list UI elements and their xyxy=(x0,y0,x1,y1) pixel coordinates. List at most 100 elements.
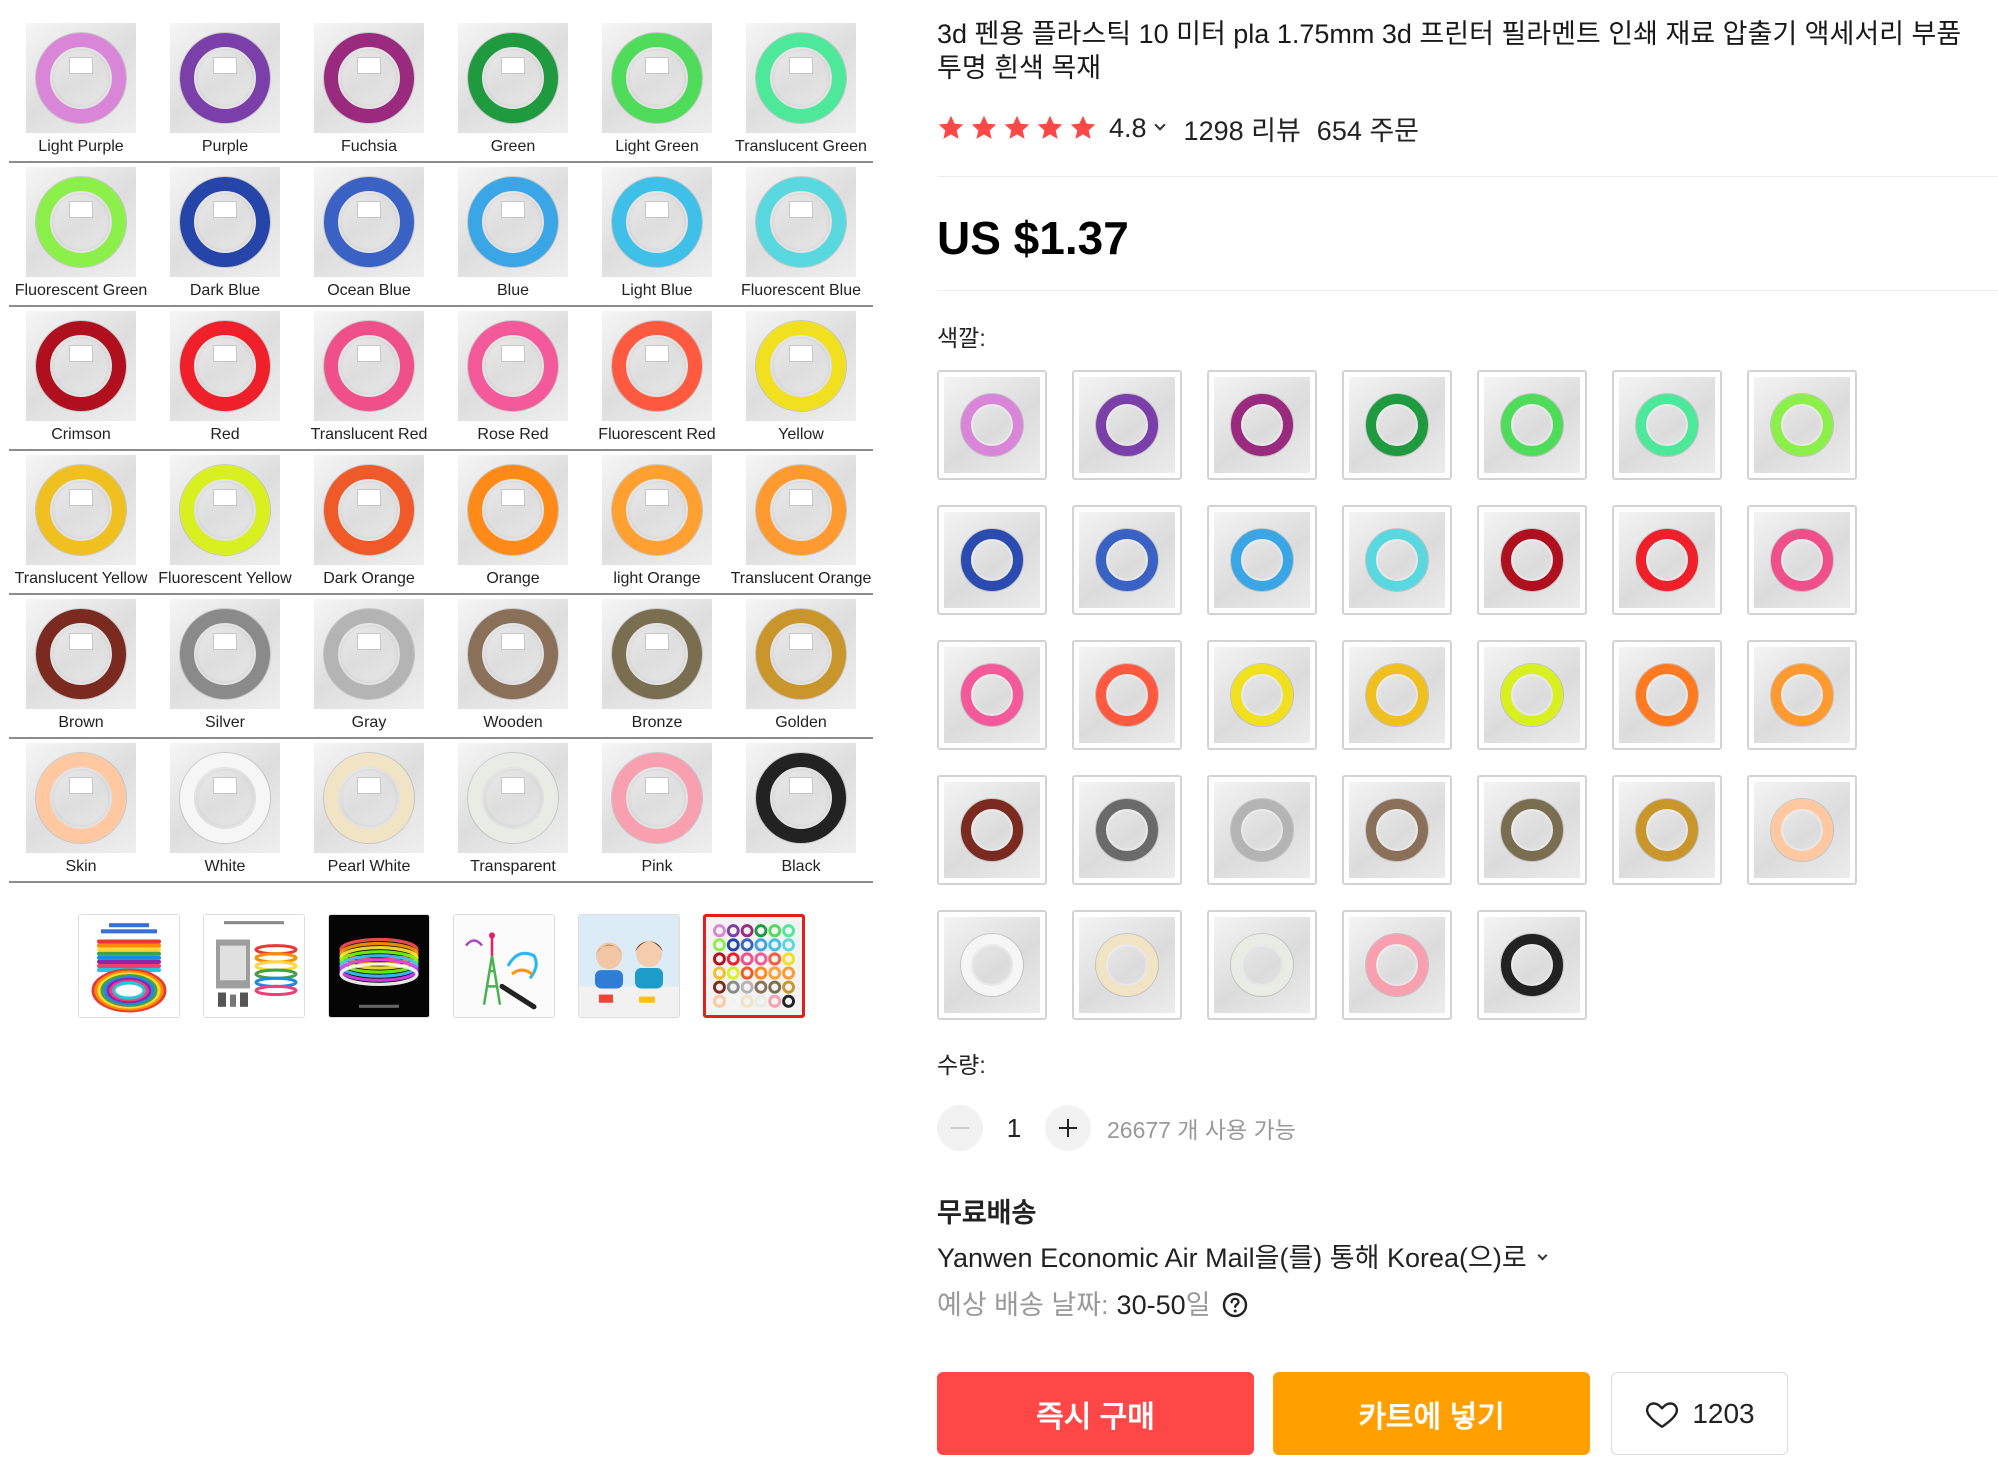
buy-now-button[interactable]: 즉시 구매 xyxy=(937,1372,1254,1455)
color-name-label: Orange xyxy=(486,570,540,587)
filament-coil xyxy=(324,465,414,555)
color-swatch[interactable] xyxy=(1477,775,1587,885)
color-swatch[interactable] xyxy=(1612,505,1722,615)
color-swatch[interactable] xyxy=(1747,640,1857,750)
color-swatch[interactable] xyxy=(1207,910,1317,1020)
increase-quantity-button[interactable] xyxy=(1045,1105,1091,1151)
filament-coil-image xyxy=(458,311,568,421)
color-name-label: White xyxy=(204,858,246,875)
shipping-method-selector[interactable]: Yanwen Economic Air Mail을(를) 통해 Korea(으)… xyxy=(937,1241,1548,1275)
color-swatch[interactable] xyxy=(1342,910,1452,1020)
color-swatch[interactable] xyxy=(1207,370,1317,480)
thumbnail[interactable] xyxy=(578,914,680,1018)
filament-coil xyxy=(468,753,558,843)
filament-color-sample: Fluorescent Yellow xyxy=(153,451,297,595)
thumbnail[interactable] xyxy=(78,914,180,1018)
thumbnail[interactable] xyxy=(203,914,305,1018)
color-swatch-list xyxy=(937,370,1857,1020)
main-product-image[interactable]: Light Purple Purple Fuchsia Green Light Gree… xyxy=(9,0,875,883)
filament-coil xyxy=(180,321,270,411)
color-name-label: Light Purple xyxy=(38,138,124,155)
filament-coil xyxy=(756,465,846,555)
filament-coil-image xyxy=(170,167,280,277)
filament-coil-image xyxy=(314,23,424,133)
divider xyxy=(937,290,1998,291)
color-swatch[interactable] xyxy=(1477,505,1587,615)
color-swatch[interactable] xyxy=(937,640,1047,750)
color-swatch[interactable] xyxy=(1747,505,1857,615)
color-swatch[interactable] xyxy=(1342,505,1452,615)
filament-color-sample: Green xyxy=(441,19,585,163)
color-swatch[interactable] xyxy=(1207,505,1317,615)
filament-coil xyxy=(1231,934,1293,996)
product-tag xyxy=(501,777,525,794)
quantity-input[interactable]: 1 xyxy=(983,1105,1045,1151)
color-swatch[interactable] xyxy=(1072,640,1182,750)
filament-coil xyxy=(612,465,702,555)
add-to-cart-button[interactable]: 카트에 넣기 xyxy=(1273,1372,1590,1455)
color-swatch[interactable] xyxy=(1477,640,1587,750)
rating-score-dropdown[interactable]: 4.8 xyxy=(1109,113,1166,144)
thumbnail[interactable] xyxy=(703,914,805,1018)
product-tag xyxy=(645,57,669,74)
color-swatch[interactable] xyxy=(1342,640,1452,750)
thumbnail[interactable] xyxy=(328,914,430,1018)
color-swatch-image xyxy=(1349,512,1445,608)
color-swatch[interactable] xyxy=(1072,370,1182,480)
color-swatch[interactable] xyxy=(1342,370,1452,480)
decrease-quantity-button[interactable] xyxy=(937,1105,983,1151)
color-swatch[interactable] xyxy=(1747,370,1857,480)
filament-coil-image xyxy=(170,23,280,133)
chevron-down-icon xyxy=(1537,1250,1548,1260)
color-swatch[interactable] xyxy=(1342,775,1452,885)
color-swatch[interactable] xyxy=(1072,505,1182,615)
product-tag xyxy=(69,201,93,218)
rating-stars xyxy=(937,114,1097,142)
minus-icon xyxy=(951,1127,969,1129)
filament-coil xyxy=(1636,799,1698,861)
color-swatch[interactable] xyxy=(937,775,1047,885)
color-swatch[interactable] xyxy=(937,910,1047,1020)
filament-coil xyxy=(612,177,702,267)
thumbnail[interactable] xyxy=(453,914,555,1018)
review-count[interactable]: 1298 리뷰 xyxy=(1184,109,1301,148)
color-swatch[interactable] xyxy=(1477,910,1587,1020)
color-swatch-image xyxy=(1214,512,1310,608)
color-name-label: Translucent Red xyxy=(310,426,428,443)
filament-coil-image xyxy=(746,23,856,133)
product-tag xyxy=(501,57,525,74)
filament-coil-image xyxy=(170,311,280,421)
filament-color-sample: Wooden xyxy=(441,595,585,739)
filament-coil xyxy=(1366,664,1428,726)
product-tag xyxy=(213,777,237,794)
color-swatch[interactable] xyxy=(1612,640,1722,750)
quantity-stepper: 1 26677 개 사용 가능 xyxy=(937,1105,1296,1151)
delivery-estimate-days: 30-50 xyxy=(1116,1290,1186,1320)
filament-color-sample: Ocean Blue xyxy=(297,163,441,307)
color-name-label: Fluorescent Yellow xyxy=(158,570,292,587)
filament-color-sample: Pink xyxy=(585,739,729,883)
filament-coil xyxy=(1636,529,1698,591)
color-swatch-image xyxy=(1079,512,1175,608)
color-swatch[interactable] xyxy=(937,370,1047,480)
color-name-label: Light Green xyxy=(615,138,699,155)
filament-color-sample: Purple xyxy=(153,19,297,163)
filament-coil xyxy=(961,799,1023,861)
filament-color-sample: Red xyxy=(153,307,297,451)
color-swatch[interactable] xyxy=(1477,370,1587,480)
filament-coil xyxy=(1366,529,1428,591)
filament-color-sample: Golden xyxy=(729,595,873,739)
wishlist-button[interactable]: 1203 xyxy=(1611,1372,1788,1455)
color-swatch[interactable] xyxy=(1072,775,1182,885)
color-swatch[interactable] xyxy=(1207,640,1317,750)
color-swatch[interactable] xyxy=(1072,910,1182,1020)
question-icon[interactable] xyxy=(1222,1292,1248,1318)
filament-coil xyxy=(1771,529,1833,591)
color-swatch[interactable] xyxy=(1612,370,1722,480)
product-tag xyxy=(357,57,381,74)
color-swatch[interactable] xyxy=(1207,775,1317,885)
color-swatch[interactable] xyxy=(1747,775,1857,885)
color-swatch[interactable] xyxy=(937,505,1047,615)
filament-coil-image xyxy=(602,455,712,565)
color-swatch[interactable] xyxy=(1612,775,1722,885)
